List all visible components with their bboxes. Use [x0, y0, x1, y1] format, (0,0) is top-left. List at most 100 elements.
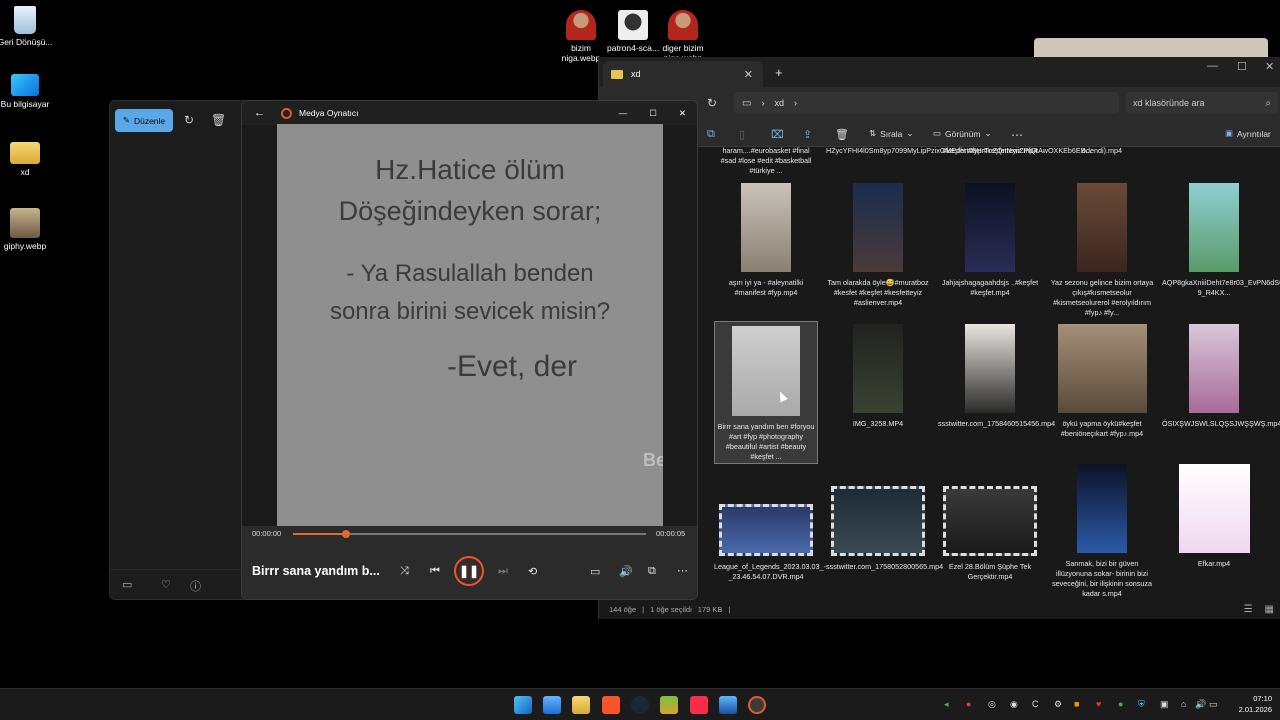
tray-shield-icon[interactable]: ⛨ — [1138, 699, 1145, 710]
minimize-icon[interactable]: — — [619, 108, 628, 118]
maximize-icon[interactable]: ☐ — [649, 108, 657, 119]
details-button[interactable]: ▣ Ayrıntılar — [1225, 128, 1271, 139]
tab-label: xd — [631, 69, 641, 79]
close-icon[interactable]: ✕ — [1265, 60, 1274, 73]
repeat-icon[interactable]: ⟲ — [528, 565, 537, 578]
back-icon[interactable]: ← — [254, 107, 265, 119]
address-bar[interactable]: ▭ › xd › — [734, 92, 1119, 114]
file-item[interactable]: AQP8gkaXniiiDeht7e8r03_EvPN6dS6pGGE1E9y3… — [1162, 183, 1280, 298]
close-tab-icon[interactable]: ✕ — [744, 68, 753, 81]
file-name: AQP8gkaXniiiDeht7e8r03_EvPN6dS6pGGE1E9y3… — [1162, 278, 1280, 297]
file-item[interactable]: ssstwitter.com_1758460515456.mp4 — [938, 324, 1055, 429]
file-name: Efkar.mp4 — [1197, 559, 1231, 568]
file-item[interactable]: League_of_Legends_2023.03.03_-_23.46.54.… — [714, 464, 826, 582]
tray-app-icon[interactable]: ● — [1118, 699, 1123, 709]
tray-app-icon[interactable]: ♥ — [1096, 699, 1101, 709]
pause-button[interactable]: ❚❚ — [454, 556, 484, 586]
taskbar-app-steam[interactable] — [631, 696, 649, 714]
start-button[interactable] — [514, 696, 532, 714]
video-thumbnail — [853, 183, 903, 272]
video-frame[interactable]: Hz.Hatice ölüm Döşeğindeyken sorar; - Ya… — [277, 124, 663, 526]
file-item[interactable]: haram....#eurobasket #final #sad #lose #… — [714, 147, 818, 176]
file-item[interactable]: Tam olarakda öyle😅#muratboz #kesfet #keş… — [826, 183, 930, 308]
taskbar-app-brave[interactable] — [602, 696, 620, 714]
info-icon[interactable]: ⓘ — [190, 578, 201, 594]
rotate-icon[interactable]: ↻ — [182, 113, 196, 127]
desktop-icon-giphy[interactable]: giphy.webp — [0, 208, 54, 251]
video-thumbnail — [1077, 183, 1127, 272]
subtitles-icon[interactable]: ▭ — [590, 565, 600, 578]
item-count: 144 öğe — [609, 604, 637, 614]
file-item[interactable]: #keşfet #fyp #keşfetteyiz.mp4 — [938, 147, 1042, 156]
minimize-icon[interactable]: — — [1207, 60, 1218, 72]
tray-chevron-icon[interactable]: ◂ — [944, 699, 949, 710]
taskbar-app-music[interactable] — [690, 696, 708, 714]
desktop-icon-this-pc[interactable]: Bu bilgisayar — [0, 74, 54, 109]
file-name: Jahjajshagagaahdsjs ..#keşfet #keşfet.mp… — [941, 278, 1039, 297]
desktop-icon-recycle-bin[interactable]: Geri Dönüşü... — [0, 6, 54, 47]
file-item[interactable]: Jahjajshagagaahdsjs ..#keşfet #keşfet.mp… — [938, 183, 1042, 298]
more-options-icon[interactable]: ⋯ — [677, 564, 688, 577]
paste-button[interactable]: ▯ — [739, 128, 745, 141]
share-button[interactable]: ⇪ — [803, 128, 812, 141]
volume-icon[interactable]: 🔊 — [619, 565, 633, 578]
clock[interactable]: 07:10 2.01.2026 — [1230, 694, 1272, 715]
new-tab-icon[interactable]: + — [775, 65, 783, 80]
file-item[interactable]: Ezel 28.Bölüm Şüphe Tek Gerçektir.mp4 — [938, 464, 1042, 582]
file-item[interactable]: Efkar.mp4 — [1162, 464, 1266, 569]
seek-bar[interactable] — [293, 530, 646, 538]
file-item[interactable]: HZycYFHI4l0Sm8yp7099MyLipPzixGMEdhrt08Hr… — [826, 147, 1092, 156]
taskbar-app-media-player[interactable] — [748, 696, 766, 714]
file-item[interactable]: ÖSIXŞWJSWLSLQŞSJWŞŞWŞ.mp4 — [1162, 324, 1280, 429]
network-icon[interactable]: ⌂ — [1181, 699, 1186, 709]
refresh-icon[interactable]: ↻ — [707, 96, 717, 110]
file-item[interactable]: IMG_3258.MP4 — [826, 324, 930, 429]
search-input[interactable]: xd klasöründe ara ⌕ — [1126, 92, 1278, 114]
file-item[interactable]: ssstwitter.com_1758052800565.mp4 — [826, 464, 943, 572]
tray-steam-icon[interactable]: ◉ — [1010, 699, 1018, 710]
taskbar-app-game[interactable] — [660, 696, 678, 714]
tray-app-icon[interactable]: ■ — [1074, 699, 1079, 709]
view-button[interactable]: ▭ Görünüm ⌄ — [933, 128, 992, 139]
shuffle-icon[interactable]: ⤨ — [400, 565, 409, 578]
tray-app-icon[interactable]: ◎ — [988, 699, 996, 710]
desktop-icon-diger-bizim-niga[interactable]: diger bizim niga.webp — [654, 10, 712, 63]
volume-icon[interactable]: 🔊 — [1195, 699, 1206, 710]
taskbar-app-photos[interactable] — [543, 696, 561, 714]
delete-icon[interactable]: 🗑 — [211, 113, 226, 127]
battery-icon[interactable]: ▭ — [1209, 699, 1218, 710]
rename-button[interactable]: ⌧ — [771, 128, 784, 141]
details-view-icon[interactable]: ☰ — [1244, 604, 1253, 615]
sort-button[interactable]: ⇅ Sırala ⌄ — [869, 128, 913, 139]
taskbar-app-explorer[interactable] — [572, 696, 590, 714]
tray-app-icon[interactable]: ⚙ — [1054, 699, 1062, 710]
desktop-icon-bizim-niga[interactable]: bizim niga.webp — [552, 10, 610, 63]
tray-app-icon[interactable]: C — [1032, 699, 1039, 709]
file-item[interactable]: aşırı iyi ya - #aleynatilki #manifest #f… — [714, 183, 818, 298]
file-item[interactable]: Sanmak, bizi bir güven illüzyonuna sokar… — [1050, 464, 1154, 598]
tray-app-icon[interactable]: ● — [966, 699, 971, 709]
delete-button[interactable]: 🗑 — [835, 128, 849, 141]
file-item[interactable]: Yaz sezonu gelince bizim ortaya çıkış#kı… — [1050, 183, 1154, 317]
file-item-selected[interactable]: Birrr sana yandım ben #foryou #art #fyp … — [714, 321, 818, 465]
miniplayer-icon[interactable]: ⧉ — [648, 565, 656, 578]
taskbar-app-paint[interactable] — [719, 696, 737, 714]
tiles-view-icon[interactable]: ▦ — [1265, 604, 1274, 615]
maximize-icon[interactable]: ☐ — [1237, 60, 1247, 73]
previous-icon[interactable]: ⏮ — [430, 565, 440, 578]
tray-app-icon[interactable]: ▣ — [1160, 699, 1169, 710]
video-thumbnail — [965, 183, 1015, 272]
file-item[interactable]: öykü yapma öykü#keşfet #beniöneçıkart #f… — [1050, 324, 1154, 439]
breadcrumb-xd[interactable]: xd — [774, 98, 784, 108]
tab-xd[interactable]: xd ✕ — [603, 61, 763, 87]
close-icon[interactable]: ✕ — [679, 108, 686, 119]
copy-button[interactable]: ⧉ — [707, 128, 715, 141]
seek-thumb[interactable] — [341, 530, 350, 538]
desktop-icon-xd-folder[interactable]: xd — [0, 142, 54, 177]
heart-icon[interactable]: ♡ — [161, 578, 171, 591]
file-item[interactable]: ödendi).mp4 — [1050, 147, 1154, 156]
more-button[interactable]: ⋯ — [1011, 128, 1023, 142]
filmstrip-icon[interactable]: ▭ — [122, 578, 132, 591]
next-icon[interactable]: ⏭ — [498, 565, 508, 578]
edit-button[interactable]: ✎ Düzenle — [115, 109, 173, 132]
